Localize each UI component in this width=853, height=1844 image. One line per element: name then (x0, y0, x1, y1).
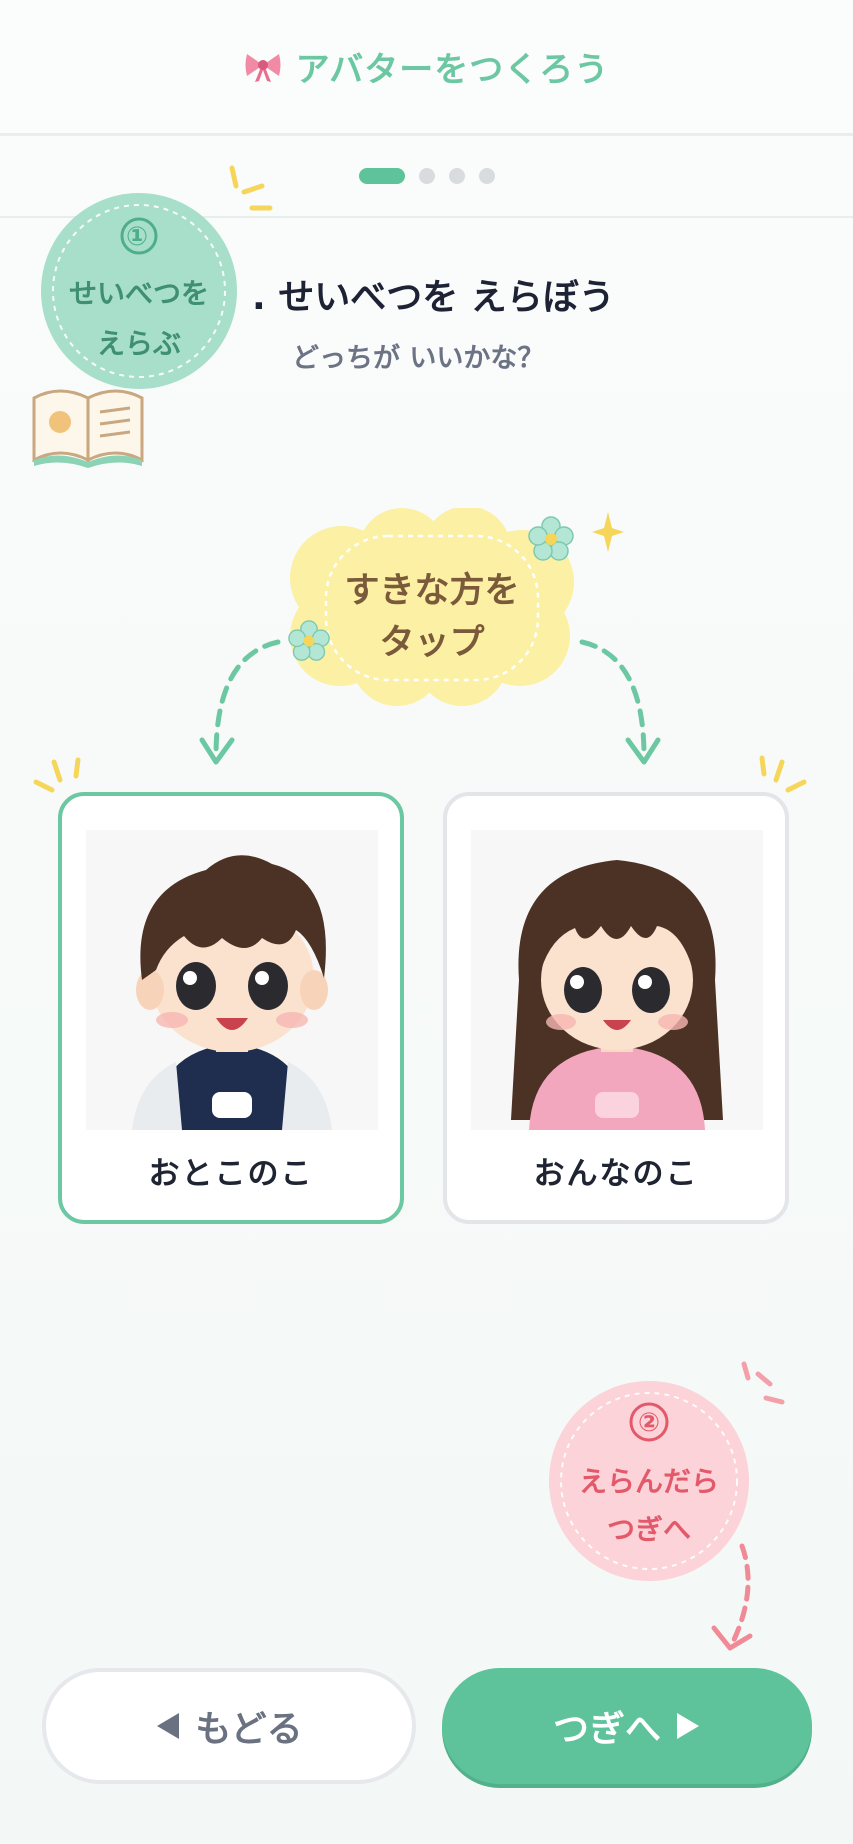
arrow-pink-dashed (711, 1543, 753, 1651)
tap-hint-line1: すきな方を (344, 571, 520, 611)
arrow-left-dashed (199, 639, 281, 765)
arrow-right-dashed (579, 639, 661, 765)
progress-dot (418, 168, 435, 184)
triangle-right-icon (677, 1713, 699, 1739)
book-icon (32, 389, 144, 468)
hint-1-line2: えらぶ (96, 327, 181, 360)
back-button[interactable]: もどる (42, 1668, 416, 1784)
flower-icon (528, 516, 574, 561)
next-button[interactable]: つぎへ (442, 1668, 812, 1784)
page-title: アバターをつくろう (295, 50, 610, 90)
step-heading: . せいべつを えらぼう (252, 277, 615, 318)
sparkle-icon (229, 165, 273, 211)
hint-2-line1: えらんだら (578, 1465, 719, 1498)
hint-1-number: ① (125, 222, 148, 252)
next-button-label: つぎへ (552, 1709, 661, 1750)
option-label-girl: おんなのこ (533, 1156, 699, 1192)
app-header: アバターをつくろう (0, 0, 853, 136)
hint-1-line1: せいべつを (68, 277, 209, 310)
sparkle-icon (592, 512, 624, 552)
option-card-boy[interactable]: おとこのこ (58, 792, 404, 1224)
ribbon-icon (245, 53, 281, 82)
tap-hint-line2: タップ (379, 623, 485, 663)
back-button-label: もどる (195, 1709, 303, 1750)
girl-avatar-illustration (471, 830, 763, 1130)
progress-dot-active (358, 168, 405, 184)
triangle-left-icon (157, 1713, 180, 1739)
boy-avatar-illustration (86, 830, 378, 1130)
progress-dot (448, 168, 465, 184)
hint-2-number: ② (637, 1408, 660, 1438)
progress-dot (478, 168, 495, 184)
step-subheading: どっちが いいかな？ (292, 343, 545, 374)
option-card-girl[interactable]: おんなのこ (443, 792, 789, 1224)
option-label-boy: おとこのこ (148, 1156, 314, 1192)
sparkle-icon (741, 1361, 785, 1405)
